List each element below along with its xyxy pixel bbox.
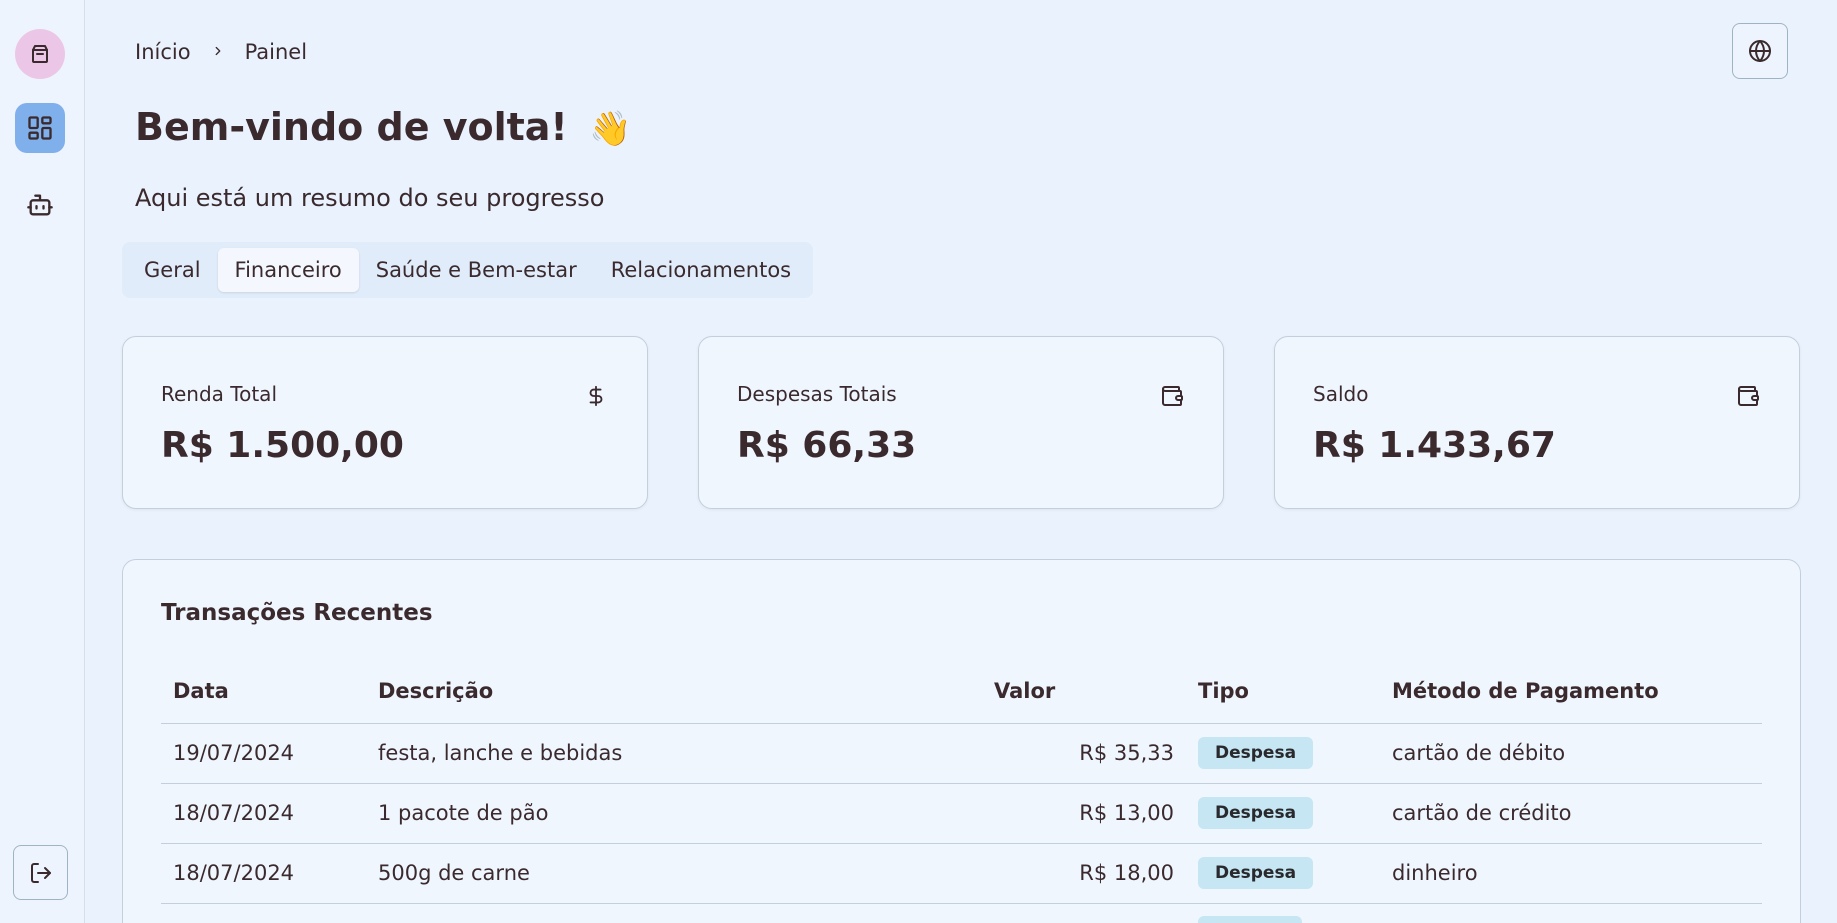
cell-payment-method: dinheiro (1380, 843, 1762, 904)
type-badge (1198, 915, 1302, 923)
breadcrumb: Início Painel (135, 40, 307, 64)
tab-bar: Geral Financeiro Saúde e Bem-estar Relac… (122, 242, 814, 298)
page-title-text: Bem-vindo de volta! (135, 105, 568, 149)
sidebar-item-dashboard[interactable] (15, 103, 65, 153)
card-label: Saldo (1313, 382, 1369, 406)
type-badge: Despesa (1198, 797, 1314, 829)
type-badge: Despesa (1198, 737, 1314, 769)
table-header-row: Data Descrição Valor Tipo Método de Paga… (161, 660, 1762, 724)
cell-payment-method: cartão de crédito (1380, 783, 1762, 844)
column-header-description[interactable]: Descrição (366, 660, 982, 724)
tab-relacionamentos[interactable]: Relacionamentos (594, 248, 808, 292)
column-header-payment-method[interactable]: Método de Pagamento (1380, 660, 1762, 724)
cell-amount (982, 903, 1186, 923)
breadcrumb-current: Painel (244, 40, 308, 64)
cell-description: 1 pacote de pão (366, 783, 982, 844)
panel-title: Transações Recentes (161, 600, 433, 626)
cell-date: 19/07/2024 (161, 723, 366, 784)
page-title: Bem-vindo de volta! 👋 (135, 105, 631, 149)
logout-button[interactable] (13, 845, 68, 900)
cell-date (161, 903, 366, 923)
page-subtitle: Aqui está um resumo do seu progresso (135, 184, 605, 212)
cell-type (1186, 903, 1380, 923)
wallet-icon (1735, 383, 1761, 409)
cell-payment-method: cartão de débito (1380, 723, 1762, 784)
sidebar (0, 0, 85, 923)
type-badge: Despesa (1198, 857, 1314, 889)
card-label: Despesas Totais (737, 382, 897, 406)
package-icon (32, 45, 48, 63)
cell-description (366, 903, 982, 923)
cell-amount: R$ 35,33 (982, 723, 1186, 784)
cell-payment-method (1380, 903, 1762, 923)
tab-financeiro[interactable]: Financeiro (217, 248, 359, 292)
dollar-icon (583, 383, 609, 409)
column-header-type[interactable]: Tipo (1186, 660, 1380, 724)
expenses-card: Despesas Totais R$ 66,33 (698, 336, 1224, 509)
table-row[interactable] (161, 903, 1762, 923)
recent-transactions-panel: Transações Recentes Data Descrição Valor… (122, 559, 1801, 923)
card-value: R$ 1.433,67 (1313, 425, 1556, 466)
tab-geral[interactable]: Geral (127, 248, 218, 292)
logout-icon (30, 862, 51, 883)
cell-type: Despesa (1186, 783, 1380, 844)
chevron-right-icon (211, 42, 225, 63)
cell-amount: R$ 13,00 (982, 783, 1186, 844)
tab-saude-bem-estar[interactable]: Saúde e Bem-estar (359, 248, 594, 292)
dashboard-icon (28, 116, 52, 140)
app-logo-button[interactable] (15, 29, 65, 79)
wallet-icon (1159, 383, 1185, 409)
cell-type: Despesa (1186, 843, 1380, 904)
sidebar-item-assistant[interactable] (15, 180, 65, 230)
card-label: Renda Total (161, 382, 277, 406)
transactions-table: Data Descrição Valor Tipo Método de Paga… (161, 660, 1762, 923)
column-header-amount[interactable]: Valor (982, 660, 1186, 724)
cell-description: festa, lanche e bebidas (366, 723, 982, 784)
breadcrumb-home-link[interactable]: Início (135, 40, 191, 64)
bot-icon (27, 194, 53, 216)
cell-date: 18/07/2024 (161, 783, 366, 844)
cell-date: 18/07/2024 (161, 843, 366, 904)
globe-icon (1749, 40, 1771, 62)
cell-type: Despesa (1186, 723, 1380, 784)
waving-hand-emoji: 👋 (588, 109, 632, 149)
cell-amount: R$ 18,00 (982, 843, 1186, 904)
card-value: R$ 1.500,00 (161, 425, 404, 466)
table-row[interactable]: 18/07/2024 1 pacote de pão R$ 13,00 Desp… (161, 783, 1762, 844)
balance-card: Saldo R$ 1.433,67 (1274, 336, 1800, 509)
column-header-date[interactable]: Data (161, 660, 366, 724)
card-value: R$ 66,33 (737, 425, 917, 466)
cell-description: 500g de carne (366, 843, 982, 904)
table-row[interactable]: 19/07/2024 festa, lanche e bebidas R$ 35… (161, 723, 1762, 784)
table-row[interactable]: 18/07/2024 500g de carne R$ 18,00 Despes… (161, 843, 1762, 904)
income-card: Renda Total R$ 1.500,00 (122, 336, 648, 509)
language-button[interactable] (1732, 23, 1788, 79)
